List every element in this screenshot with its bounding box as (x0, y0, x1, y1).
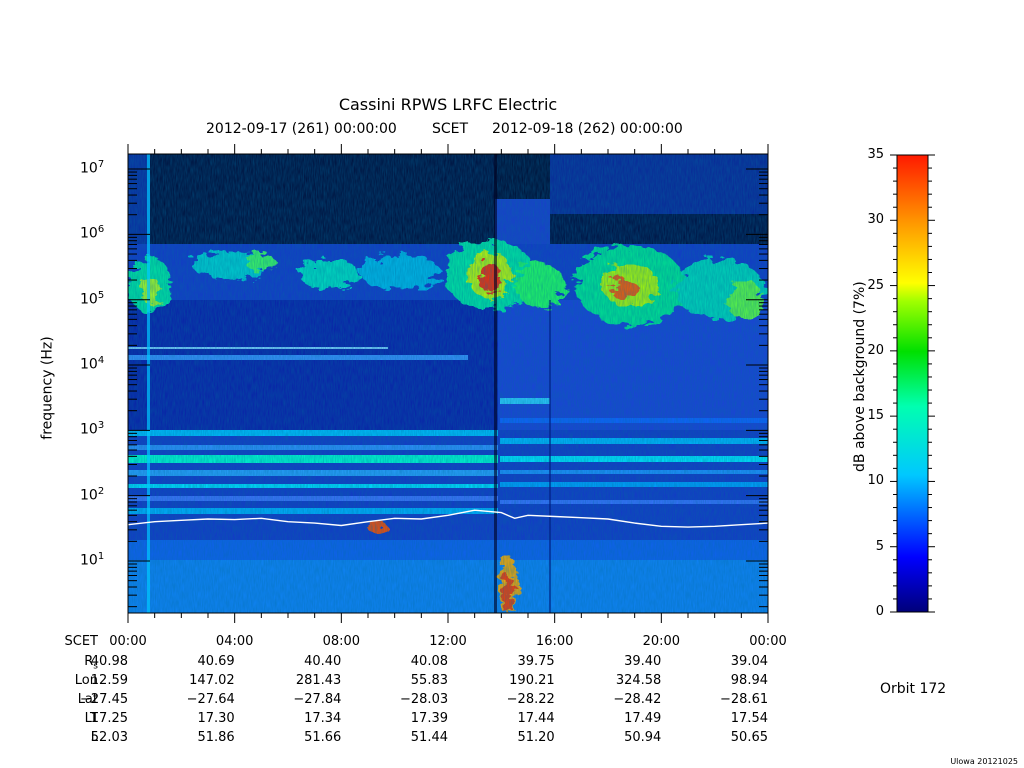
ephemeris-value: 98.94 (730, 673, 768, 688)
ephemeris-value: 40.08 (410, 654, 448, 669)
colorbar-tick-label: 0 (875, 604, 884, 619)
ephemeris-value: 40.40 (304, 654, 342, 669)
ephemeris-value: 190.21 (509, 673, 555, 688)
ephemeris-time: 04:00 (215, 634, 254, 649)
ephemeris-value: −28.61 (720, 692, 769, 707)
ephemeris-value: 51.20 (517, 730, 555, 745)
y-tick-label: 102 (80, 485, 105, 504)
ephemeris-value: 12.59 (90, 673, 128, 688)
ephemeris-time: 00:00 (109, 634, 147, 649)
ephemeris-value: 17.34 (304, 711, 342, 726)
ephemeris-value: −28.42 (613, 692, 662, 707)
ephemeris-value: −27.45 (80, 692, 129, 707)
ephemeris-value: 39.04 (730, 654, 768, 669)
y-tick-label: 104 (80, 355, 105, 373)
y-tick-label: 106 (80, 224, 105, 243)
colorbar (896, 154, 929, 613)
ephemeris-time: 12:00 (429, 634, 467, 649)
ephemeris-value: 51.86 (197, 730, 235, 745)
ephemeris-value: 50.65 (730, 730, 768, 745)
orbit-label: Orbit 172 (880, 681, 947, 697)
ephemeris-time: 00:00 (749, 634, 787, 649)
ephemeris-value: 281.43 (295, 673, 342, 688)
ephemeris-value: 17.44 (517, 711, 555, 726)
ephemeris-value: 17.49 (624, 711, 662, 726)
ephemeris-time: 20:00 (642, 634, 681, 649)
ephemeris-row-label: SCET (64, 634, 98, 649)
ephemeris-time: 08:00 (322, 634, 361, 649)
ephemeris-value: 52.03 (90, 730, 128, 745)
colorbar-tick-label: 30 (867, 212, 884, 228)
ephemeris-value: 51.66 (304, 730, 342, 745)
ephemeris-value: −27.84 (293, 692, 342, 707)
colorbar-title: dB above background (7%) (852, 281, 868, 472)
ephemeris-value: 17.30 (197, 711, 235, 726)
ephemeris-value: 17.25 (90, 711, 128, 726)
y-tick-label: 103 (80, 420, 105, 438)
ephemeris-value: 147.02 (189, 673, 235, 688)
y-tick-label: 107 (80, 159, 105, 177)
colorbar-tick-label: 35 (867, 147, 884, 162)
y-tick-label: 101 (80, 551, 105, 569)
ephemeris-value: −28.03 (400, 692, 449, 707)
colorbar-tick-label: 10 (867, 473, 884, 489)
ephemeris-value: −27.64 (186, 692, 235, 707)
ephemeris-value: 39.75 (517, 654, 555, 669)
ephemeris-value: −28.22 (506, 692, 555, 707)
ephemeris-value: 40.98 (90, 654, 128, 669)
ephemeris-value: 50.94 (624, 730, 662, 745)
spectrogram-image (128, 154, 768, 613)
ephemeris-value: 40.69 (197, 654, 235, 669)
colorbar-tick-label: 5 (875, 538, 884, 554)
footer-credit: Ulowa 20121025 (950, 757, 1018, 766)
ephemeris-value: 324.58 (615, 673, 662, 688)
ephemeris-value: 55.83 (410, 673, 448, 688)
spectrogram-chart (127, 144, 935, 623)
ephemeris-value: 17.39 (410, 711, 448, 726)
ephemeris-value: 51.44 (410, 730, 448, 745)
ephemeris-time: 16:00 (535, 634, 574, 649)
y-tick-label: 105 (80, 289, 105, 308)
ephemeris-value: 17.54 (730, 711, 768, 726)
ephemeris-value: 39.40 (624, 654, 662, 669)
